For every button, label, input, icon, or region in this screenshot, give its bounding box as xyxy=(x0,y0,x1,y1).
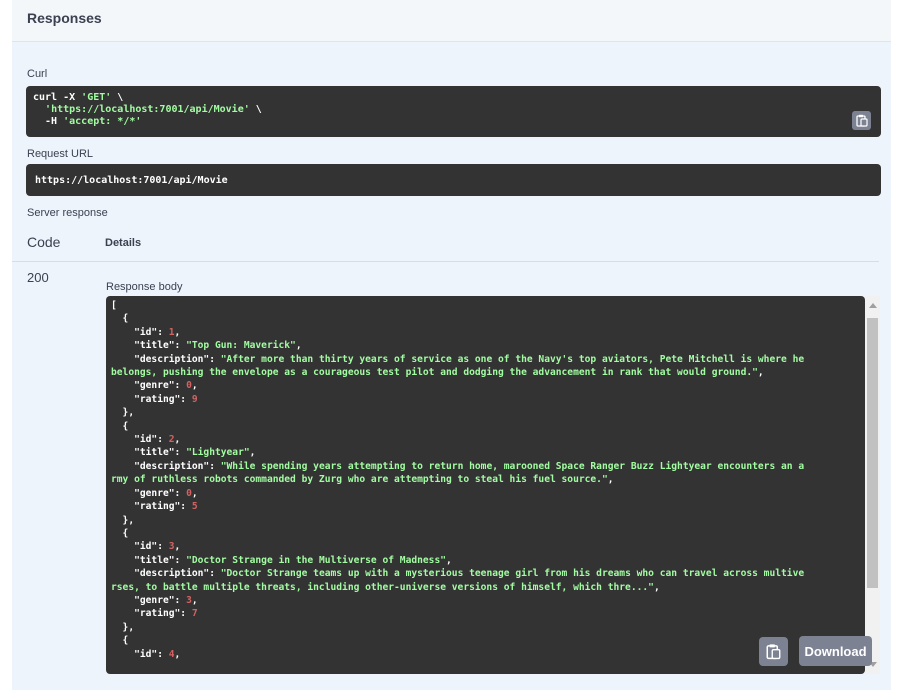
curl-codebox[interactable]: curl -X 'GET' \ 'https://localhost:7001/… xyxy=(26,86,881,137)
curl-command: curl -X 'GET' \ 'https://localhost:7001/… xyxy=(33,92,262,127)
request-url-label: Request URL xyxy=(27,148,94,160)
copy-curl-button[interactable] xyxy=(852,111,871,130)
scroll-up-arrow-icon[interactable] xyxy=(869,303,877,308)
download-button[interactable]: Download xyxy=(799,636,872,666)
curl-label: Curl xyxy=(27,68,48,80)
response-body-json: [ { "id": 1, "title": "Top Gun: Maverick… xyxy=(111,300,805,660)
scrollbar-thumb[interactable] xyxy=(867,318,878,588)
response-body-label: Response body xyxy=(106,281,183,293)
copy-response-button[interactable] xyxy=(759,637,788,666)
response-body[interactable]: [ { "id": 1, "title": "Top Gun: Maverick… xyxy=(106,296,865,674)
response-body-scrollbar[interactable] xyxy=(865,296,880,674)
clipboard-icon xyxy=(766,644,781,660)
responses-title: Responses xyxy=(27,10,102,26)
table-header-divider xyxy=(12,261,879,262)
responses-header: Responses xyxy=(12,0,891,42)
server-response-label: Server response xyxy=(27,207,108,219)
code-column-header: Code xyxy=(27,234,61,250)
response-status-code: 200 xyxy=(27,270,49,285)
clipboard-icon xyxy=(855,114,868,127)
request-url-box[interactable]: https://localhost:7001/api/Movie xyxy=(26,164,881,196)
request-url-value: https://localhost:7001/api/Movie xyxy=(35,175,228,186)
details-column-header: Details xyxy=(105,237,142,249)
